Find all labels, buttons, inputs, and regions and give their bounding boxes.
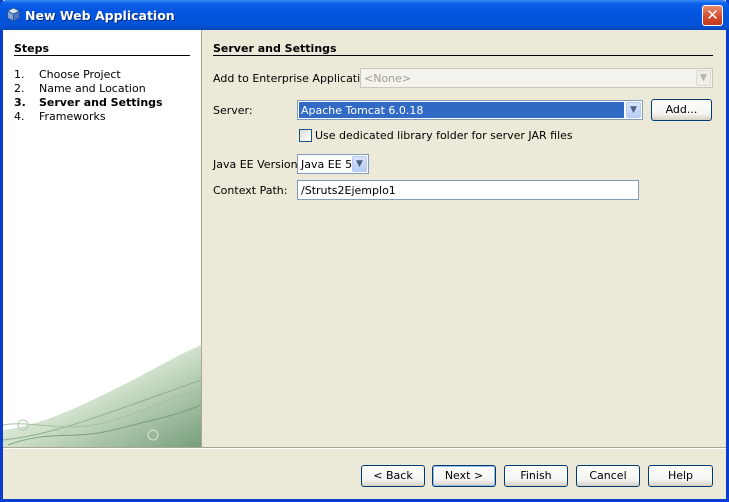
window-title: New Web Application: [25, 8, 175, 23]
steps-divider: [14, 55, 190, 56]
help-button[interactable]: Help: [648, 465, 713, 487]
enterprise-app-label: Add to Enterprise Application:: [213, 72, 378, 85]
close-icon: ✕: [706, 6, 719, 24]
step-number: 3.: [14, 96, 26, 109]
page-title: Server and Settings: [213, 42, 337, 55]
step-label: Choose Project: [39, 68, 121, 81]
javaee-version-value: Java EE 5: [301, 158, 353, 171]
server-value: Apache Tomcat 6.0.18: [301, 104, 424, 117]
chevron-down-icon: ▼: [352, 156, 367, 172]
netbeans-cube-icon: [6, 7, 21, 22]
finish-button[interactable]: Finish: [504, 465, 568, 487]
title-bar[interactable]: New Web Application ✕: [0, 0, 729, 30]
steps-title: Steps: [14, 42, 50, 55]
context-path-input[interactable]: [298, 181, 641, 199]
context-path-field[interactable]: [297, 180, 641, 200]
footer-divider-highlight: [3, 448, 726, 449]
panel-divider: [201, 30, 202, 447]
add-server-button[interactable]: Add...: [651, 99, 712, 121]
steps-panel: Steps 1. Choose Project 2. Name and Loca…: [3, 30, 201, 447]
step-label: Server and Settings: [39, 96, 163, 109]
step-label: Name and Location: [39, 82, 146, 95]
server-combo[interactable]: Apache Tomcat 6.0.18 ▼: [297, 100, 643, 120]
server-label: Server:: [213, 104, 253, 117]
close-button[interactable]: ✕: [702, 5, 723, 26]
next-button[interactable]: Next >: [432, 465, 496, 487]
javaee-version-combo[interactable]: Java EE 5 ▼: [297, 154, 369, 174]
chevron-down-icon: ▼: [696, 70, 711, 86]
step-number: 4.: [14, 110, 25, 123]
enterprise-app-value: <None>: [364, 72, 412, 85]
wizard-decoration-graphic: [3, 345, 201, 447]
chevron-down-icon: ▼: [626, 102, 641, 118]
cancel-button[interactable]: Cancel: [576, 465, 640, 487]
step-number: 1.: [14, 68, 25, 81]
javaee-version-label: Java EE Version:: [213, 158, 302, 171]
library-folder-checkbox[interactable]: [299, 129, 312, 142]
enterprise-app-combo[interactable]: <None> ▼: [360, 68, 713, 88]
library-folder-label: Use dedicated library folder for server …: [315, 129, 573, 142]
back-button[interactable]: < Back: [361, 465, 425, 487]
step-label: Frameworks: [39, 110, 106, 123]
title-divider: [213, 55, 713, 56]
context-path-label: Context Path:: [213, 184, 288, 197]
step-number: 2.: [14, 82, 25, 95]
